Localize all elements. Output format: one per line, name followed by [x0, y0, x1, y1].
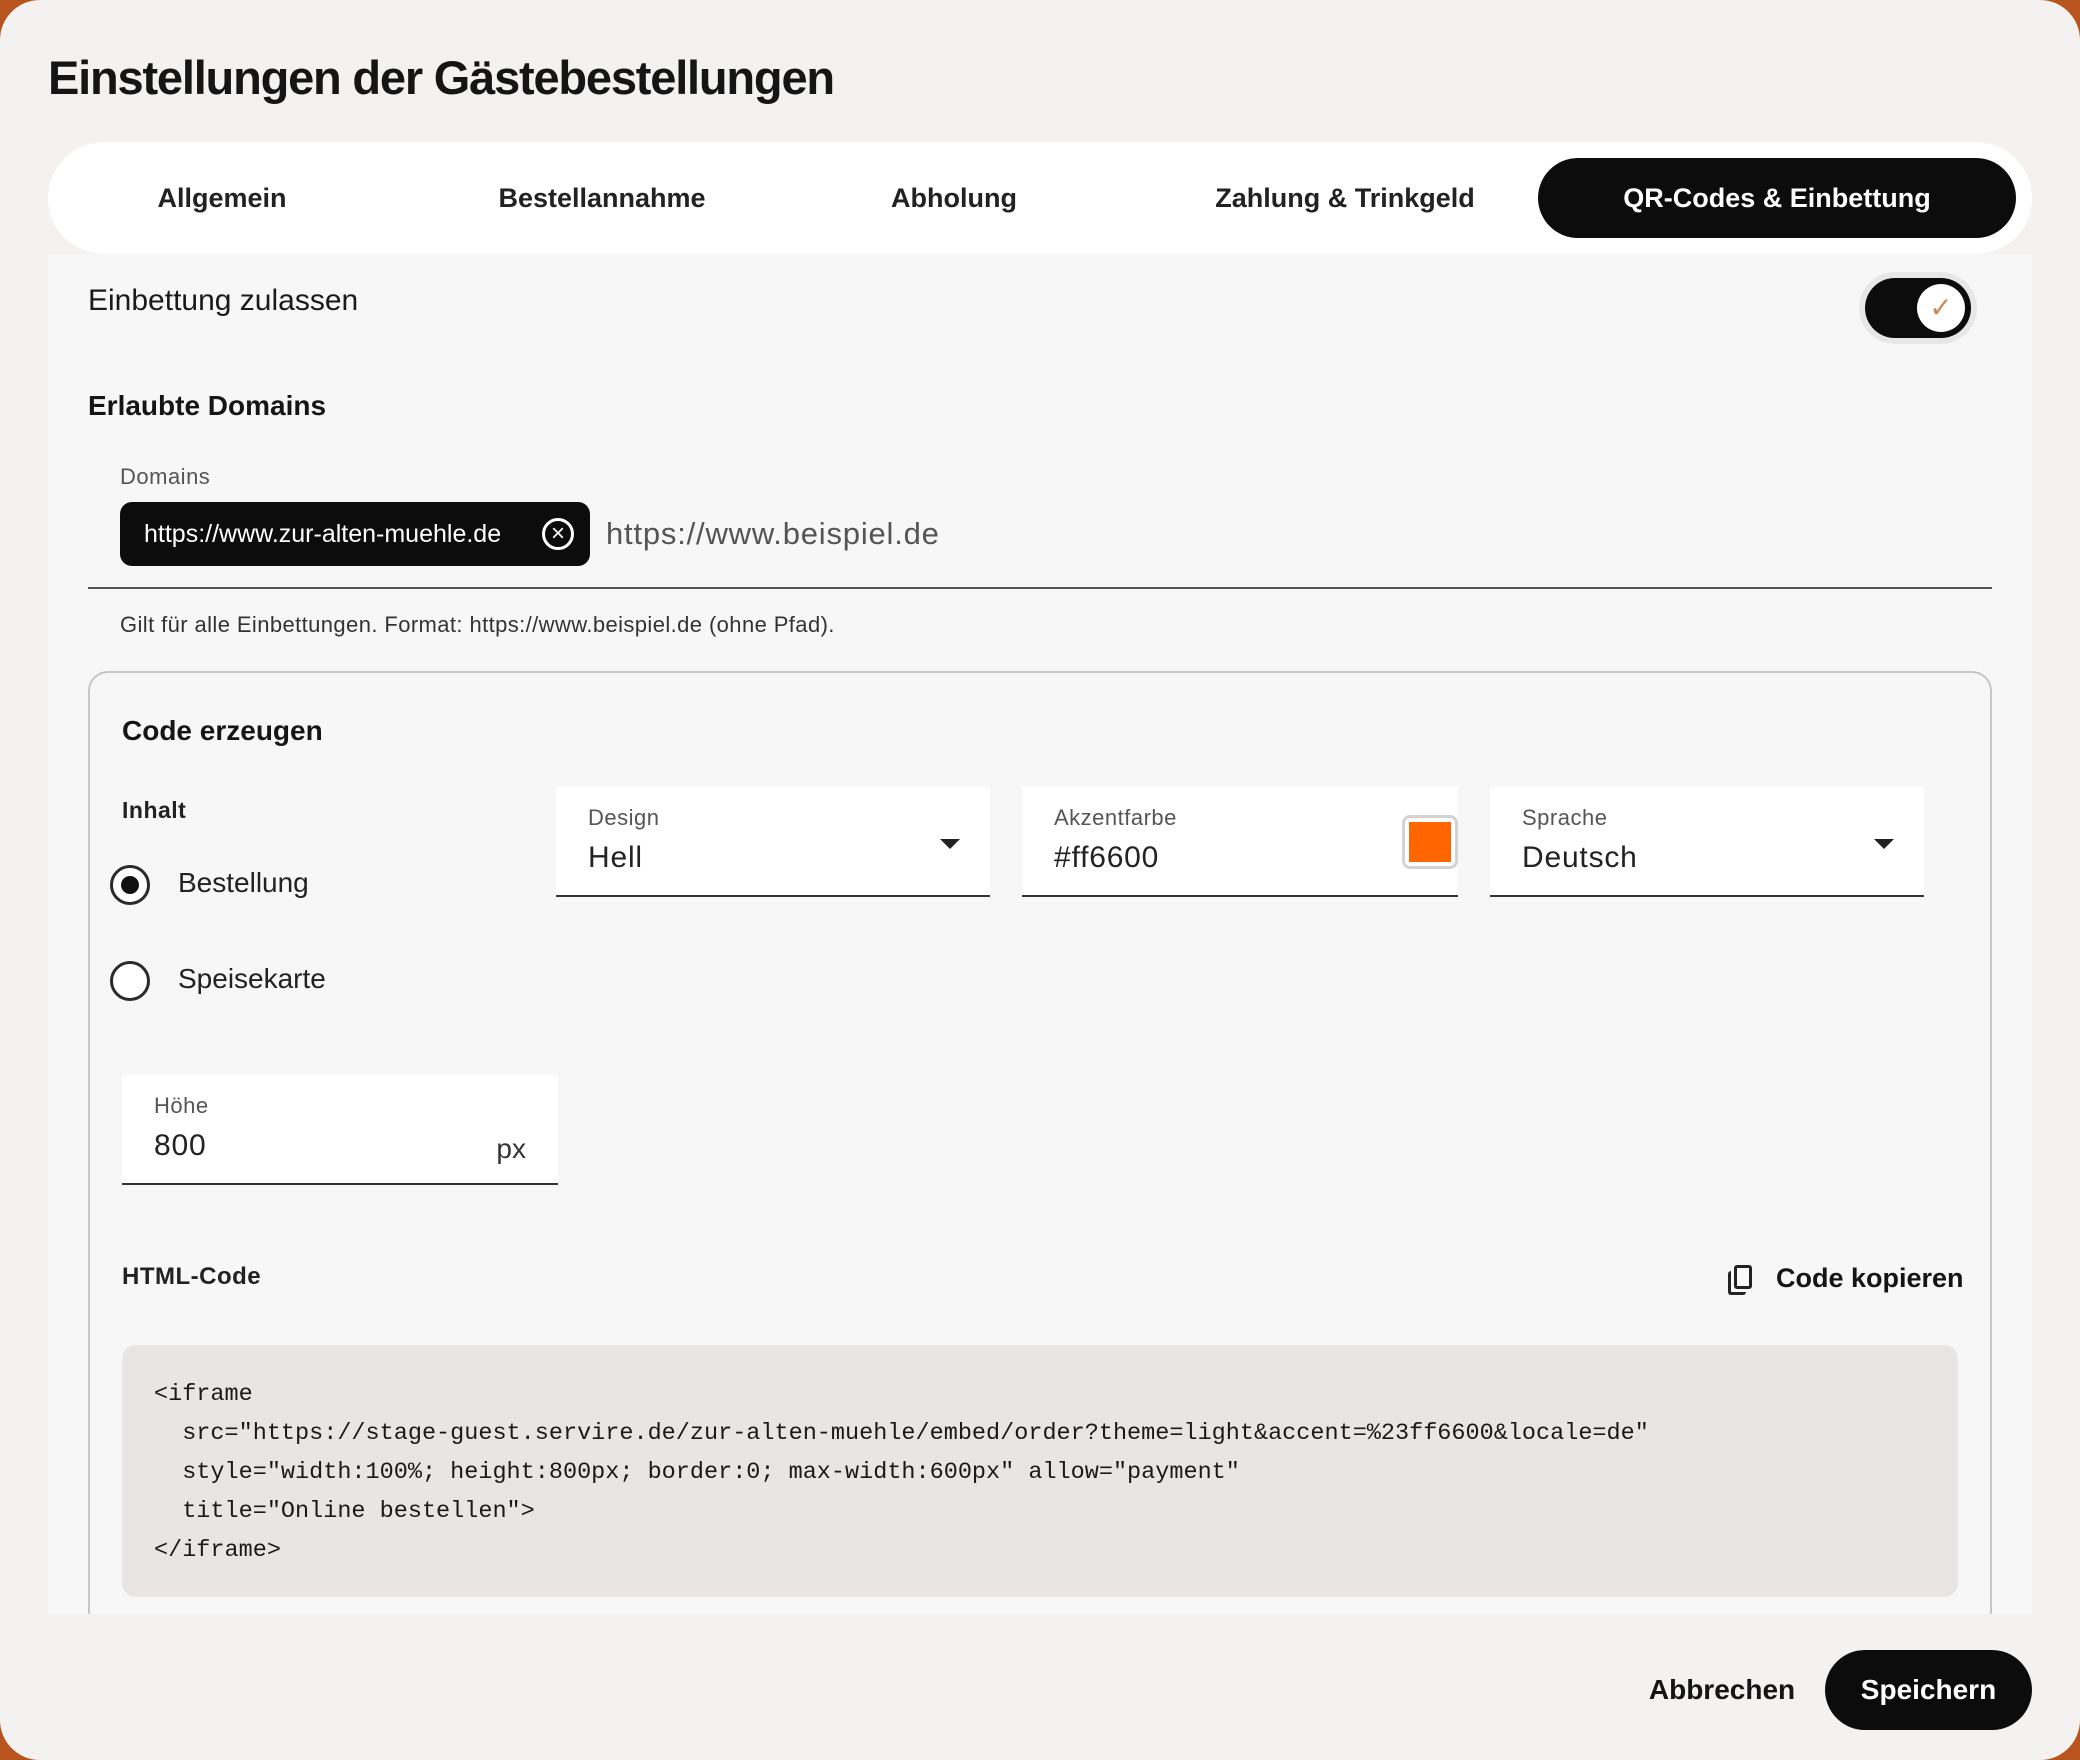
height-value: 800 — [154, 1129, 207, 1162]
caret-down-icon — [1874, 839, 1894, 849]
design-value: Hell — [588, 841, 643, 874]
domains-field-underline — [88, 587, 1992, 589]
height-field[interactable]: Höhe 800 px — [122, 1075, 558, 1185]
language-value: Deutsch — [1522, 841, 1638, 874]
accent-color-field[interactable]: Akzentfarbe #ff6600 — [1022, 787, 1458, 897]
settings-panel: Einbettung zulassen ✓ Erlaubte Domains D… — [48, 254, 2032, 1614]
code-line: <iframe — [154, 1381, 253, 1408]
tab-zahlung-trinkgeld[interactable]: Zahlung & Trinkgeld — [1160, 158, 1530, 238]
allowed-domains-title: Erlaubte Domains — [88, 390, 327, 421]
html-code-label: HTML-Code — [122, 1263, 262, 1290]
domain-chip-label: https://www.zur-alten-muehle.de — [144, 520, 502, 548]
color-swatch-fill — [1409, 822, 1451, 862]
tab-bestellannahme[interactable]: Bestellannahme — [452, 158, 752, 238]
height-unit: px — [496, 1133, 526, 1164]
save-button[interactable]: Speichern — [1825, 1650, 2032, 1730]
content-label: Inhalt — [122, 797, 187, 823]
copy-code-button[interactable]: Code kopieren — [1726, 1253, 1964, 1303]
close-circle-icon[interactable]: × — [542, 518, 574, 550]
color-swatch[interactable] — [1402, 815, 1458, 869]
caret-down-icon — [940, 839, 960, 849]
embedding-toggle[interactable]: ✓ — [1865, 278, 1971, 338]
language-select[interactable]: Sprache Deutsch — [1490, 787, 1924, 897]
code-line: style="width:100%; height:800px; border:… — [154, 1459, 1240, 1486]
tab-abholung[interactable]: Abholung — [844, 158, 1064, 238]
accent-value: #ff6600 — [1054, 841, 1160, 874]
radio-speisekarte-label: Speisekarte — [178, 963, 326, 994]
domains-hint: Gilt für alle Einbettungen. Format: http… — [120, 612, 835, 637]
domain-input[interactable] — [606, 504, 1406, 564]
accent-label: Akzentfarbe — [1054, 805, 1177, 830]
tab-qr-codes-einbettung[interactable]: QR-Codes & Einbettung — [1538, 158, 2016, 238]
dialog-title: Einstellungen der Gästebestellungen — [48, 51, 835, 104]
radio-button-unchecked[interactable] — [110, 961, 150, 1001]
height-label: Höhe — [154, 1093, 209, 1118]
tab-bar: Allgemein Bestellannahme Abholung Zahlun… — [48, 142, 2032, 254]
cancel-button[interactable]: Abbrechen — [1640, 1650, 1804, 1730]
domain-chip: https://www.zur-alten-muehle.de × — [120, 502, 590, 566]
copy-icon — [1728, 1265, 1752, 1295]
domains-field-label: Domains — [120, 464, 211, 489]
design-select[interactable]: Design Hell — [556, 787, 990, 897]
code-generator-title: Code erzeugen — [122, 715, 323, 746]
radio-button-checked[interactable] — [110, 865, 150, 905]
code-line: title="Online bestellen"> — [154, 1498, 535, 1525]
html-code-block[interactable]: <iframe src="https://stage-guest.servire… — [122, 1345, 1958, 1597]
tab-allgemein[interactable]: Allgemein — [112, 158, 332, 238]
check-icon: ✓ — [1917, 284, 1965, 332]
code-line: src="https://stage-guest.servire.de/zur-… — [154, 1420, 1649, 1447]
copy-code-label: Code kopieren — [1776, 1263, 1964, 1293]
design-label: Design — [588, 805, 660, 830]
embedding-toggle-label: Einbettung zulassen — [88, 284, 359, 317]
radio-bestellung-label: Bestellung — [178, 867, 309, 898]
language-label: Sprache — [1522, 805, 1608, 830]
code-line: </iframe> — [154, 1537, 281, 1564]
code-generator-card: Code erzeugen Inhalt Bestellung Speiseka… — [88, 671, 1992, 1614]
settings-dialog: Einstellungen der Gästebestellungen Allg… — [0, 0, 2080, 1760]
